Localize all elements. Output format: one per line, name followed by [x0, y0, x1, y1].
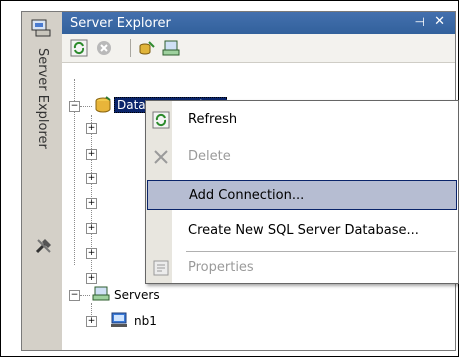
tree-node-nb1[interactable]: nb1	[134, 312, 157, 330]
expand-connection-3[interactable]: +	[86, 173, 97, 184]
menu-separator	[186, 251, 456, 252]
properties-icon	[153, 260, 169, 276]
expand-connection-7[interactable]: +	[86, 273, 97, 284]
menu-item-create-sql-database[interactable]: Create New SQL Server Database...	[147, 216, 457, 246]
panel-titlebar: Server Explorer ⊣ ✕	[62, 12, 455, 34]
tree-line	[91, 303, 92, 315]
pin-icon[interactable]: ⊣	[415, 15, 425, 29]
menu-item-refresh[interactable]: Refresh	[147, 105, 457, 135]
close-icon[interactable]: ✕	[434, 14, 445, 29]
menu-item-properties-label: Properties	[188, 260, 254, 275]
toolbox-tab-icon[interactable]	[34, 236, 54, 256]
expand-connection-4[interactable]: +	[86, 198, 97, 209]
panel-title: Server Explorer	[70, 16, 171, 31]
expand-connection-6[interactable]: +	[86, 248, 97, 259]
menu-item-add-connection[interactable]: Add Connection...	[147, 180, 457, 210]
screenshot-frame: Server Explorer Server Explorer ⊣ ✕ − Da…	[0, 0, 459, 357]
expand-connection-1[interactable]: +	[86, 123, 97, 134]
menu-item-delete-label: Delete	[188, 149, 231, 164]
refresh-icon	[152, 111, 170, 129]
auto-hide-strip: Server Explorer	[22, 12, 63, 350]
menu-item-refresh-label: Refresh	[188, 112, 238, 127]
tree-line	[80, 295, 90, 296]
database-icon	[95, 96, 111, 113]
panel-toolbar	[62, 34, 455, 63]
stop-icon[interactable]	[95, 39, 113, 57]
tree-node-servers[interactable]: Servers	[114, 286, 160, 304]
server-explorer-tab[interactable]: Server Explorer	[35, 48, 50, 149]
expand-connection-2[interactable]: +	[86, 149, 97, 160]
menu-item-delete[interactable]: Delete	[147, 142, 457, 172]
computer-icon	[111, 312, 127, 327]
menu-item-add-connection-label: Add Connection...	[189, 188, 305, 203]
menu-item-create-sql-database-label: Create New SQL Server Database...	[188, 223, 419, 238]
context-menu: Refresh Delete Add Connection... Create …	[145, 100, 459, 284]
menu-item-properties[interactable]: Properties	[147, 253, 457, 283]
collapse-servers[interactable]: −	[69, 290, 80, 301]
collapse-data-connections[interactable]: −	[69, 101, 80, 112]
servers-label[interactable]: Servers	[114, 288, 160, 302]
tree-line	[80, 106, 92, 107]
delete-icon	[154, 150, 168, 164]
connect-to-database-icon[interactable]	[138, 39, 156, 57]
servers-icon	[92, 286, 110, 301]
refresh-icon[interactable]	[70, 39, 88, 57]
nb1-label[interactable]: nb1	[134, 314, 157, 328]
expand-nb1[interactable]: +	[86, 316, 97, 327]
server-explorer-tab-icon[interactable]	[30, 18, 52, 38]
connect-to-server-icon[interactable]	[162, 39, 180, 57]
toolbar-separator	[130, 39, 131, 57]
expand-connection-5[interactable]: +	[86, 223, 97, 234]
